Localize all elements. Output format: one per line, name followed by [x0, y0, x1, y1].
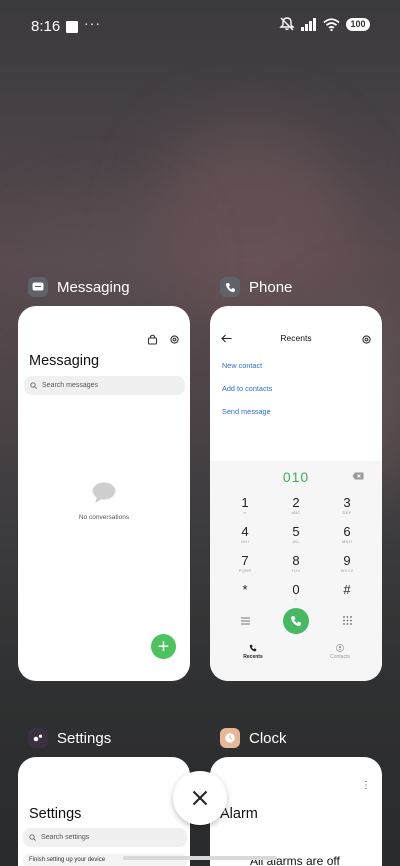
dial-key[interactable]: 2 ABC [276, 496, 316, 516]
phone-icon [249, 644, 257, 652]
page-title: Messaging [29, 353, 100, 369]
phone-app-header[interactable]: Phone [220, 277, 292, 297]
mute-icon [279, 17, 295, 31]
gear-icon[interactable] [169, 334, 180, 345]
clock-app-icon [220, 728, 240, 748]
status-bar: 8:16 ··· 100 [0, 0, 400, 50]
settings-app-name: Settings [57, 729, 112, 747]
page-title: Alarm [220, 806, 258, 822]
tab-contacts-label: Contacts [330, 654, 350, 660]
dial-key[interactable]: * [225, 583, 265, 597]
wifi-icon [323, 17, 340, 31]
dial-key[interactable]: 5 JKL [276, 525, 316, 545]
tab-recents-label: Recents [243, 654, 263, 660]
search-placeholder: Search settings [41, 834, 90, 841]
search-input[interactable]: Search messages [24, 376, 185, 395]
search-placeholder: Search messages [42, 382, 99, 389]
dial-key[interactable]: 3 DEF [327, 496, 367, 516]
messaging-app-icon [28, 277, 48, 297]
signal-icon [301, 17, 316, 31]
new-message-button[interactable]: + [151, 634, 176, 659]
dial-key[interactable]: 7 PQRS [225, 554, 265, 574]
page-title: Recents [280, 333, 312, 343]
close-icon [192, 790, 208, 806]
search-input[interactable]: Search settings [23, 828, 187, 847]
send-message-link[interactable]: Send message [222, 407, 271, 416]
messaging-card[interactable]: Messaging Search messages No conversatio… [18, 306, 190, 681]
messaging-app-name: Messaging [57, 278, 130, 296]
new-contact-link[interactable]: New contact [222, 361, 262, 370]
settings-card[interactable]: Settings Search settings Finish setting … [18, 757, 190, 866]
phone-icon [291, 616, 301, 627]
dial-key[interactable]: 4 GHI [225, 525, 265, 545]
dial-key[interactable]: 1 ∞ [225, 496, 265, 516]
tab-contacts[interactable]: Contacts [320, 644, 360, 660]
dial-key[interactable]: # [327, 583, 367, 597]
tab-recents[interactable]: Recents [233, 644, 273, 660]
lock-app-icon[interactable] [147, 333, 158, 345]
clock-app-name: Clock [249, 729, 287, 747]
backspace-icon[interactable] [352, 472, 364, 480]
gear-icon[interactable] [361, 334, 372, 345]
dialpad-grid-icon[interactable] [343, 616, 352, 625]
settings-app-header[interactable]: Settings [28, 728, 111, 748]
battery-indicator: 100 [346, 17, 370, 31]
menu-icon[interactable] [241, 617, 250, 625]
status-time: 8:16 [31, 18, 61, 35]
call-button[interactable] [283, 608, 309, 634]
screen-record-icon [66, 21, 78, 33]
status-icons: 100 [279, 17, 370, 31]
phone-card[interactable]: Recents New contact Add to contacts Send… [210, 306, 382, 681]
search-icon [30, 382, 37, 389]
search-icon [29, 834, 36, 841]
dial-key[interactable]: 0 + [276, 583, 316, 603]
clock-card[interactable]: ⋮ Alarm All alarms are off [210, 757, 382, 866]
wallpaper-blob [20, 200, 180, 320]
person-icon [336, 644, 344, 652]
settings-app-icon [28, 728, 48, 748]
home-indicator[interactable] [123, 856, 277, 860]
more-notifications-icon: ··· [84, 15, 101, 31]
dial-key[interactable]: 8 TUV [276, 554, 316, 574]
messaging-app-header[interactable]: Messaging [28, 277, 130, 297]
page-title: Settings [29, 806, 82, 822]
dialpad: 010 1 ∞ 2 ABC 3 DEF 4 GHI 5 JKL 6 MNO 7 PQRS 8T… [210, 461, 382, 681]
dial-key[interactable]: 6 MNO [327, 525, 367, 545]
add-to-contacts-link[interactable]: Add to contacts [222, 384, 272, 393]
phone-app-icon [220, 277, 240, 297]
more-options-icon[interactable]: ⋮ [361, 781, 371, 791]
dial-key[interactable]: 9 WXYZ [327, 554, 367, 574]
empty-conversations-icon [92, 482, 116, 503]
empty-state-text: No conversations [78, 514, 130, 521]
phone-app-name: Phone [249, 278, 293, 296]
close-all-button[interactable] [173, 771, 227, 825]
clock-app-header[interactable]: Clock [220, 728, 287, 748]
